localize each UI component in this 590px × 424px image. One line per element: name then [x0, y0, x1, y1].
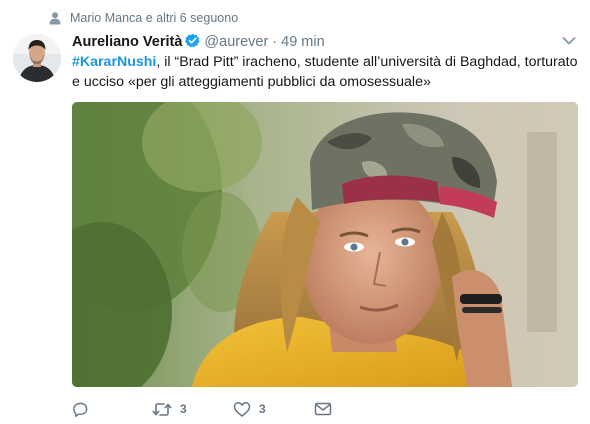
person-icon [49, 12, 61, 25]
tweet-timestamp[interactable]: 49 min [281, 34, 325, 50]
reply-button[interactable] [72, 400, 97, 418]
envelope-icon [314, 402, 332, 416]
like-button[interactable]: 3 [233, 400, 266, 418]
retweet-button[interactable]: 3 [152, 400, 187, 418]
header-separator: · [272, 34, 278, 50]
tweet-header: Aureliano Verità @aurever · 49 min [72, 32, 325, 52]
author-fullname[interactable]: Aureliano Verità [72, 34, 182, 50]
tweet[interactable]: Mario Manca e altri 6 seguono Aureliano … [0, 0, 590, 424]
tweet-photo[interactable] [72, 102, 578, 387]
like-count: 3 [259, 402, 266, 416]
retweet-icon [152, 402, 172, 416]
author-handle[interactable]: @aurever [204, 34, 268, 50]
reply-icon [73, 402, 88, 417]
chevron-down-icon[interactable] [562, 36, 576, 46]
heart-icon [233, 401, 251, 417]
avatar[interactable] [13, 34, 61, 82]
social-context-text: Mario Manca e altri 6 seguono [70, 11, 239, 25]
hashtag-link[interactable]: #KararNushi [72, 54, 156, 70]
tweet-actions: 3 3 [72, 400, 372, 420]
direct-message-button[interactable] [314, 400, 340, 418]
tweet-text: #KararNushi, il “Brad Pitt” iracheno, st… [72, 53, 580, 92]
retweet-count: 3 [180, 402, 187, 416]
verified-badge-icon [185, 33, 200, 48]
